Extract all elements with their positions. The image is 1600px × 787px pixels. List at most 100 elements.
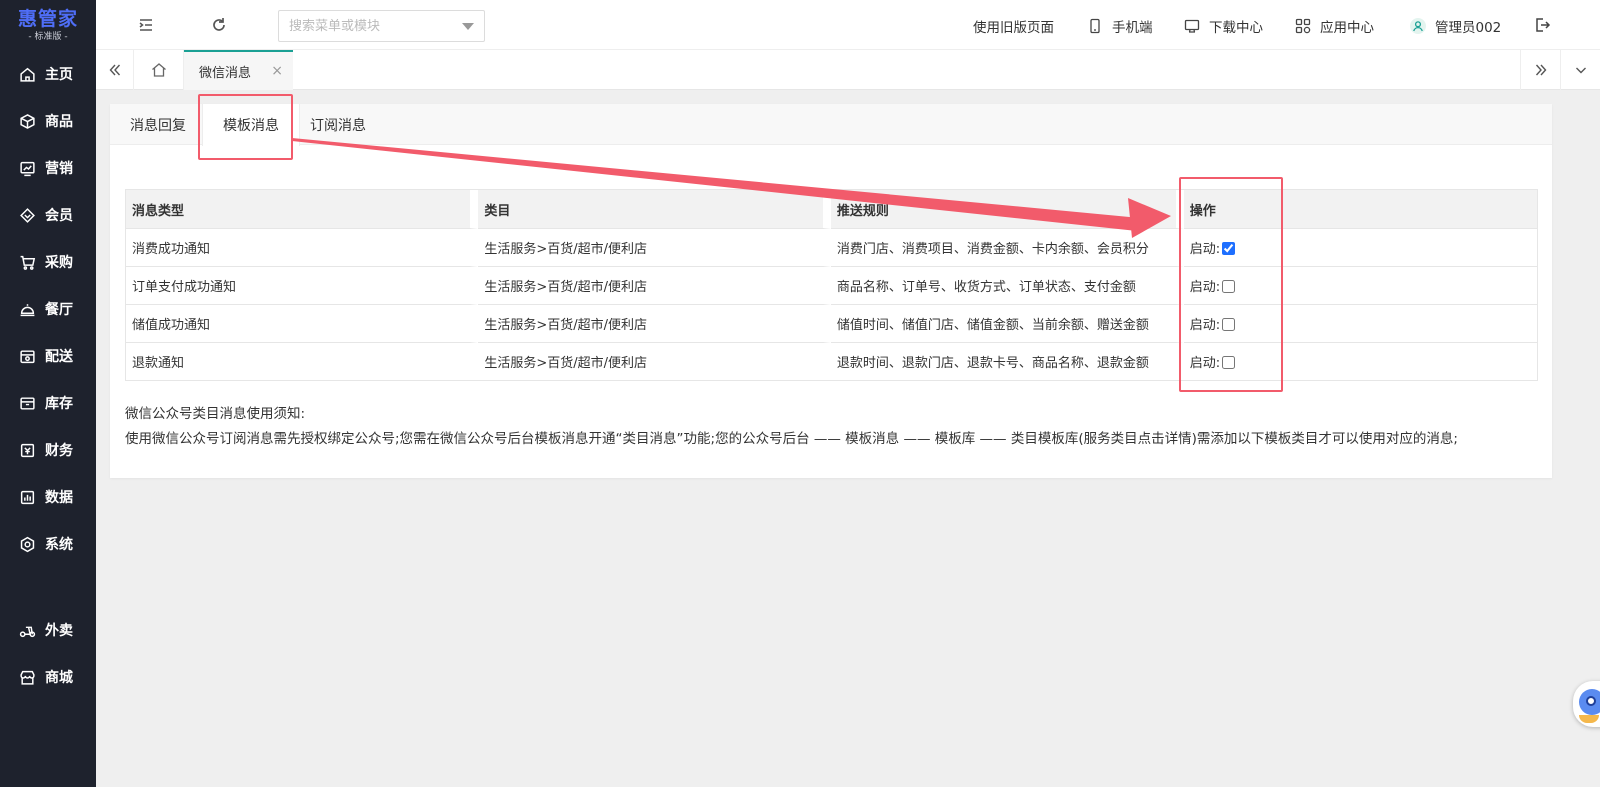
- sidebar-item-label: 配送: [45, 349, 73, 365]
- tabs-menu-button[interactable]: [1560, 50, 1600, 90]
- brand-logo[interactable]: 惠管家 - 标准版 -: [0, 0, 96, 50]
- cell-push-rule: 退款时间、退款门店、退款卡号、商品名称、退款金额: [830, 342, 1184, 380]
- mobile-link[interactable]: 手机端: [1087, 16, 1153, 36]
- sidebar-item-label: 商品: [45, 114, 73, 130]
- cell-action: 启动:: [1183, 228, 1537, 266]
- cell-category: 生活服务>百货/超市/便利店: [478, 228, 831, 266]
- cell-category: 生活服务>百货/超市/便利店: [478, 266, 831, 304]
- cart-icon: [20, 255, 36, 270]
- header-category: 类目: [478, 190, 831, 228]
- home-icon: [151, 63, 166, 77]
- tabs-scroll-left-button[interactable]: [96, 50, 134, 90]
- cloche-icon: [20, 303, 35, 316]
- cube-icon: [20, 113, 35, 129]
- home-icon: [20, 67, 35, 82]
- message-subtabs: 消息回复 模板消息 订阅消息: [110, 104, 1552, 146]
- sidebar-item-restaurant[interactable]: 餐厅: [0, 289, 96, 329]
- sidebar-item-member[interactable]: 会员: [0, 195, 96, 235]
- cell-action: 启动:: [1183, 342, 1537, 380]
- sidebar-item-mall[interactable]: 商城: [0, 657, 96, 697]
- cell-push-rule: 商品名称、订单号、收货方式、订单状态、支付金额: [830, 266, 1184, 304]
- apps-icon: [1295, 18, 1311, 34]
- cell-category: 生活服务>百货/超市/便利店: [478, 342, 831, 380]
- sidebar-item-label: 营销: [45, 161, 73, 177]
- mobile-icon: [1090, 18, 1100, 34]
- cell-message-type: 消费成功通知: [126, 228, 479, 266]
- subtab-template-message[interactable]: 模板消息: [202, 104, 300, 146]
- home-tab[interactable]: [134, 50, 184, 90]
- chevron-down-icon: [1575, 67, 1586, 74]
- search-input[interactable]: [279, 11, 449, 41]
- brand-name: 惠管家: [17, 7, 78, 30]
- cell-category: 生活服务>百货/超市/便利店: [478, 304, 831, 342]
- tabs-scroll-right-button[interactable]: [1520, 50, 1560, 90]
- cell-push-rule: 储值时间、储值门店、储值金额、当前余额、赠送金额: [830, 304, 1184, 342]
- assistant-float-button[interactable]: [1573, 681, 1600, 727]
- table-row: 储值成功通知 生活服务>百货/超市/便利店 储值时间、储值门店、储值金额、当前余…: [126, 304, 1537, 342]
- sidebar-item-label: 系统: [45, 537, 73, 553]
- cell-message-type: 订单支付成功通知: [126, 266, 479, 304]
- sidebar-item-inventory[interactable]: 库存: [0, 383, 96, 423]
- data-icon: [20, 490, 35, 504]
- sidebar-item-home[interactable]: 主页: [0, 54, 96, 94]
- box-icon: [20, 396, 35, 410]
- old-version-link[interactable]: 使用旧版页面: [973, 16, 1054, 36]
- sidebar-item-label: 商城: [45, 670, 73, 686]
- old-version-label: 使用旧版页面: [973, 20, 1054, 36]
- sidebar-item-marketing[interactable]: 营销: [0, 148, 96, 188]
- app-center-label: 应用中心: [1320, 20, 1374, 36]
- sidebar-item-label: 库存: [45, 396, 73, 412]
- sidebar-item-data[interactable]: 数据: [0, 477, 96, 517]
- sidebar-item-label: 财务: [45, 443, 73, 459]
- sidebar-item-delivery[interactable]: 配送: [0, 336, 96, 376]
- logout-icon[interactable]: [1532, 15, 1552, 35]
- subtab-subscription-message[interactable]: 订阅消息: [310, 104, 366, 145]
- enable-label: 启动:: [1189, 242, 1221, 257]
- content-panel: 消息回复 模板消息 订阅消息 消息类型 类目 推送规则 操作 消费成功通知 生活…: [110, 104, 1552, 478]
- subtab-message-reply[interactable]: 消息回复: [130, 104, 186, 145]
- enable-label: 启动:: [1189, 318, 1221, 333]
- refresh-icon[interactable]: [209, 15, 229, 35]
- page-tab-bar: 微信消息 ×: [96, 50, 1600, 90]
- sidebar-item-label: 餐厅: [45, 302, 73, 318]
- enable-checkbox[interactable]: [1222, 242, 1236, 255]
- enable-checkbox[interactable]: [1222, 356, 1236, 369]
- monitor-icon: [1184, 19, 1200, 33]
- cell-push-rule: 消费门店、消费项目、消费金额、卡内余额、会员积分: [830, 228, 1184, 266]
- table-row: 消费成功通知 生活服务>百货/超市/便利店 消费门店、消费项目、消费金额、卡内余…: [126, 228, 1537, 266]
- table-row: 订单支付成功通知 生活服务>百货/超市/便利店 商品名称、订单号、收货方式、订单…: [126, 266, 1537, 304]
- notice-text: 使用微信公众号订阅消息需先授权绑定公众号;您需在微信公众号后台模板消息开通“类目…: [125, 431, 1458, 447]
- download-center-link[interactable]: 下载中心: [1184, 16, 1263, 36]
- user-name: 管理员002: [1435, 20, 1502, 36]
- sidebar-item-label: 会员: [45, 208, 73, 224]
- cell-action: 启动:: [1183, 266, 1537, 304]
- enable-checkbox[interactable]: [1222, 280, 1236, 293]
- sidebar-item-finance[interactable]: 财务: [0, 430, 96, 470]
- user-menu[interactable]: 管理员002: [1410, 16, 1501, 36]
- tab-wechat-message[interactable]: 微信消息 ×: [184, 50, 293, 90]
- template-message-table: 消息类型 类目 推送规则 操作 消费成功通知 生活服务>百货/超市/便利店 消费…: [125, 189, 1538, 381]
- sidebar-item-system[interactable]: 系统: [0, 524, 96, 564]
- close-icon[interactable]: ×: [271, 63, 283, 79]
- sidebar-item-purchase[interactable]: 采购: [0, 242, 96, 282]
- download-center-label: 下载中心: [1209, 20, 1263, 36]
- cell-message-type: 退款通知: [126, 342, 479, 380]
- sidebar: 惠管家 - 标准版 - 主页 商品 营销 会员 采购 餐厅 配送 库存 财务 数…: [0, 0, 96, 787]
- sidebar-item-label: 主页: [45, 67, 73, 83]
- sidebar-item-takeout[interactable]: 外卖: [0, 610, 96, 650]
- finance-icon: [20, 443, 35, 457]
- user-avatar-icon: [1410, 18, 1426, 34]
- sidebar-item-goods[interactable]: 商品: [0, 101, 96, 141]
- app-center-link[interactable]: 应用中心: [1295, 16, 1374, 36]
- cell-action: 启动:: [1183, 304, 1537, 342]
- sidebar-item-label: 采购: [45, 255, 73, 271]
- header-action: 操作: [1183, 190, 1537, 228]
- brand-edition: 标准版: [34, 31, 62, 42]
- menu-collapse-icon[interactable]: [136, 15, 156, 35]
- enable-label: 启动:: [1189, 356, 1221, 371]
- menu-search[interactable]: [278, 10, 485, 42]
- scooter-icon: [19, 626, 36, 637]
- chevron-down-icon[interactable]: [462, 23, 474, 30]
- enable-checkbox[interactable]: [1222, 318, 1236, 331]
- header-push-rule: 推送规则: [830, 190, 1184, 228]
